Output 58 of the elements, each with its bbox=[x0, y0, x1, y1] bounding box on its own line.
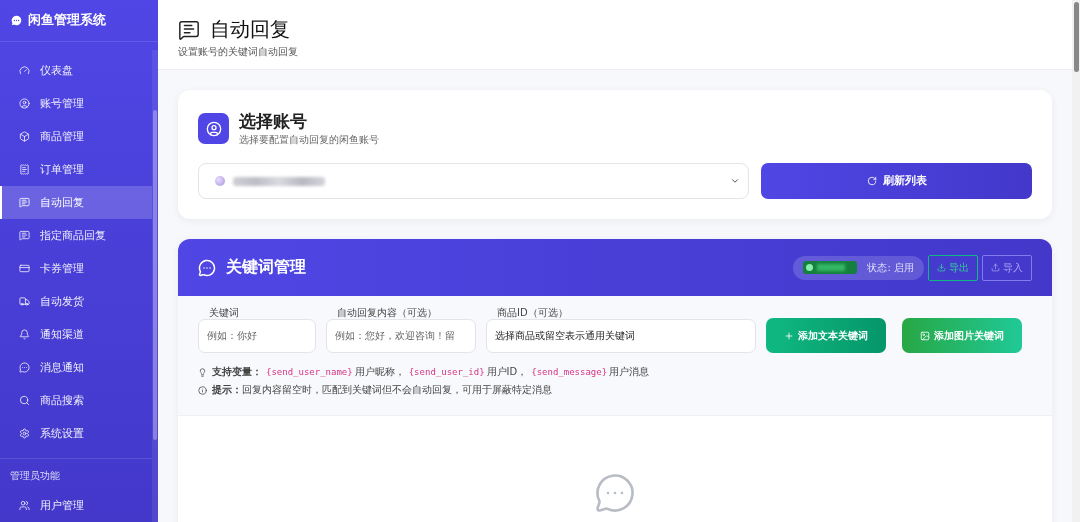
input-field[interactable]: 例如：您好，欢迎咨询！留 bbox=[326, 318, 476, 353]
chat-icon bbox=[198, 258, 216, 277]
sidebar-item[interactable]: 卡券管理 bbox=[0, 252, 152, 285]
upload-icon bbox=[991, 263, 1000, 272]
card-icon bbox=[19, 263, 30, 274]
message-icon bbox=[19, 230, 30, 241]
select-field[interactable]: 选择商品或留空表示通用关键词 bbox=[486, 318, 756, 353]
card-title: 关键词管理 bbox=[226, 257, 306, 278]
download-icon bbox=[937, 263, 946, 272]
chat-bubble-icon bbox=[10, 14, 23, 27]
sidebar-item[interactable]: 用户管理 bbox=[0, 489, 152, 522]
input-field[interactable]: 例如：你好 bbox=[198, 318, 316, 353]
page-subtitle: 设置账号的关键词自动回复 bbox=[178, 45, 299, 59]
sidebar-item[interactable]: 商品搜索 bbox=[0, 384, 152, 417]
image-icon bbox=[920, 330, 930, 341]
chat-icon bbox=[594, 472, 636, 514]
sidebar-item[interactable]: 自动发货 bbox=[0, 285, 152, 318]
refresh-button[interactable]: 刷新列表 bbox=[761, 163, 1032, 199]
section-label: 管理员功能 bbox=[0, 458, 152, 489]
hint-text: 提示：回复内容留空时，匹配到关键词但不会自动回复，可用于屏蔽特定消息 bbox=[212, 383, 552, 397]
sidebar-item[interactable]: 消息通知 bbox=[0, 351, 152, 384]
app-title: 闲鱼管理系统 bbox=[28, 12, 106, 29]
sidebar-item[interactable]: 通知渠道 bbox=[0, 318, 152, 351]
export-button[interactable]: 导出 bbox=[928, 254, 978, 281]
bell-icon bbox=[19, 329, 30, 340]
account-select[interactable] bbox=[198, 163, 749, 199]
gauge-icon bbox=[19, 65, 30, 76]
sidebar-item[interactable]: 商品管理 bbox=[0, 120, 152, 153]
plus-icon bbox=[784, 330, 794, 341]
settings-icon bbox=[19, 428, 30, 439]
search-icon bbox=[19, 395, 30, 406]
box-icon bbox=[19, 131, 30, 142]
user-circle-icon bbox=[19, 98, 30, 109]
sidebar-item[interactable]: 指定商品回复 bbox=[0, 219, 152, 252]
page-title: 自动回复 bbox=[210, 16, 290, 43]
lightbulb-icon bbox=[198, 367, 207, 377]
info-icon bbox=[198, 385, 207, 395]
chat-icon bbox=[19, 362, 30, 373]
sidebar-item[interactable]: 系统设置 bbox=[0, 417, 152, 450]
scrollbar[interactable] bbox=[1072, 0, 1080, 522]
avatar-dot bbox=[215, 176, 225, 186]
message-icon bbox=[19, 197, 30, 208]
card-subtitle: 选择要配置自动回复的闲鱼账号 bbox=[239, 133, 379, 147]
receipt-icon bbox=[19, 164, 30, 175]
users-icon bbox=[19, 500, 30, 511]
sidebar-item[interactable]: 订单管理 bbox=[0, 153, 152, 186]
hint-text: 支持变量： {send_user_name} 用户昵称， {send_user_id} 用户ID， {send_message} 用户消息 bbox=[212, 365, 650, 379]
chevron-down-icon bbox=[730, 176, 740, 186]
card-title: 选择账号 bbox=[239, 110, 308, 133]
sidebar-item[interactable]: 仪表盘 bbox=[0, 54, 152, 87]
sidebar-item[interactable]: 自动回复 bbox=[0, 186, 152, 219]
sidebar-item[interactable]: 账号管理 bbox=[0, 87, 152, 120]
truck-icon bbox=[19, 296, 30, 307]
message-icon bbox=[178, 18, 200, 41]
refresh-icon bbox=[866, 176, 877, 186]
status-label: 状态: 启用 bbox=[867, 260, 914, 275]
status-toggle[interactable] bbox=[803, 261, 858, 274]
scrollbar[interactable] bbox=[152, 50, 158, 522]
